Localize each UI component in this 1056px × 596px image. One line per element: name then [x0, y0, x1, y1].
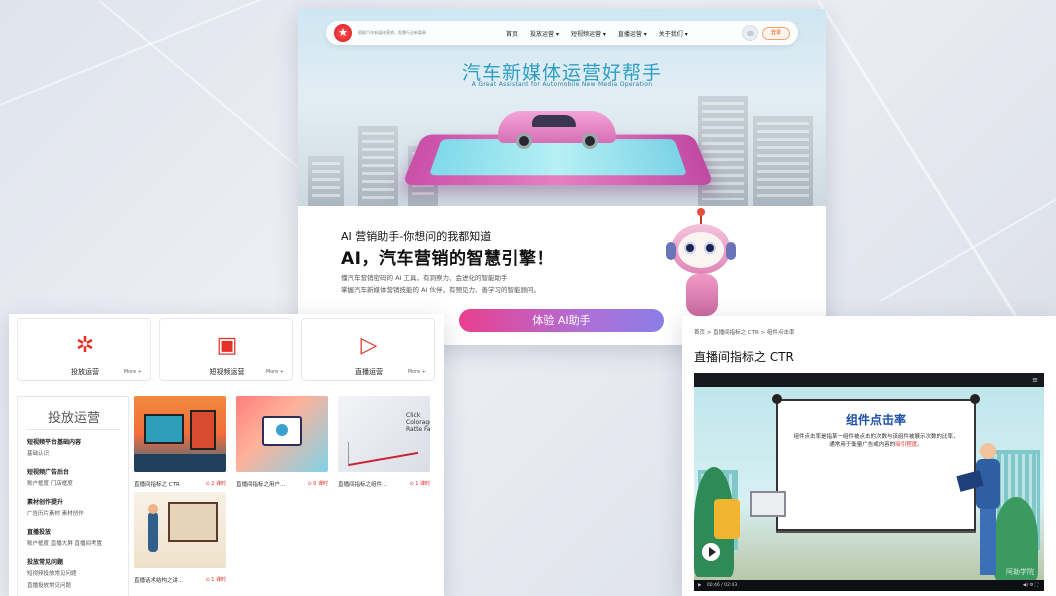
category-card-live[interactable]: ▷ 直播运营 More + [301, 318, 435, 381]
avatar[interactable] [742, 25, 758, 41]
login-button[interactable]: 登录 [762, 27, 790, 40]
network-icon: ✲ [72, 333, 98, 359]
ai-heading: AI 营销助手-你想问的我都知道 [341, 228, 491, 244]
ai-description: 懂汽车营销密码的 AI 工具，有洞察力、会进化的智能助手 [341, 272, 508, 282]
background-streak [817, 0, 1042, 358]
sidebar-item[interactable]: 基础认识 [27, 449, 49, 457]
play-small-icon[interactable]: ▶ [698, 583, 701, 588]
video-player[interactable]: ≡ 组件点击率 组件点击率是指某一组件被点击的次数与该组件被展示次数的比率，通常… [694, 373, 1044, 591]
sidebar-item[interactable]: 账户框度 直播大屏 直播间考置 [27, 539, 102, 547]
login-label: 登录 [771, 30, 781, 36]
course-list-screenshot: ✲ 投放运营 More + ▣ 短视频运营 More + ▷ 直播运营 More… [9, 314, 444, 596]
nav-short-video[interactable]: 短视频运营 ▾ [571, 29, 606, 38]
video-controls[interactable]: ▶ 00:46 / 02:43 ◀) ⚙ ⛶ [694, 580, 1044, 591]
course-title: 直播间指标之组件... [338, 480, 387, 488]
brand-logo-icon[interactable]: ★ [334, 24, 352, 42]
brand-slogan: 赋能汽车新媒体营销，智慧行业新篇章 [358, 30, 448, 36]
tv-icon: ▷ [356, 333, 382, 359]
lesson-count: ⊙ 0 课时 [307, 480, 328, 487]
ai-description: 掌握汽车新媒体营销技能的 AI 伙伴，有预见力、善学习的智能顾问。 [341, 284, 540, 294]
course-title: 直播间指标之 CTR [134, 480, 180, 488]
course-thumbnail[interactable] [236, 396, 328, 472]
play-button[interactable] [702, 543, 720, 561]
category-card-ad-ops[interactable]: ✲ 投放运营 More + [17, 318, 151, 381]
chair-illustration [714, 499, 740, 539]
video-frame: 组件点击率 组件点击率是指某一组件被点击的次数与该组件被展示次数的比率，通常用于… [694, 387, 1044, 580]
video-lesson-screenshot: 首页 > 直播间指标之 CTR > 组件点击率 直播间指标之 CTR ≡ 组件点… [682, 316, 1056, 596]
board-title: 组件点击率 [778, 411, 974, 428]
course-thumbnail[interactable] [134, 396, 226, 472]
course-card[interactable]: ClickColorageRatte Fa 直播间指标之组件... ⊙ 1 课时 [338, 396, 430, 472]
try-ai-assistant-button[interactable]: 体验 AI助手 [459, 309, 664, 332]
course-thumbnail[interactable]: ClickColorageRatte Fa [338, 396, 430, 472]
course-card[interactable]: 直播话术结构之讲... ⊙ 1 课时 [134, 492, 226, 568]
board-text-body: 组件点击率是指某一组件被点击的次数与该组件被展示次数的比率，通常用于衡量广告或内… [793, 434, 958, 448]
page-title: 直播间指标之 CTR [694, 348, 794, 365]
breadcrumb[interactable]: 首页 > 直播间指标之 CTR > 组件点击率 [694, 328, 794, 336]
sidebar-section-title[interactable]: 直播投放 [27, 527, 51, 536]
sidebar-item[interactable]: 短视频投放常见问题 [27, 569, 77, 577]
presenter-illustration [972, 443, 1002, 579]
more-link[interactable]: More + [408, 369, 426, 375]
category-card-short-video[interactable]: ▣ 短视频运营 More + [159, 318, 293, 381]
course-card[interactable]: 直播间指标之用户... ⊙ 0 课时 [236, 396, 328, 472]
hero-subtitle: A Great Assistant for Automobile New Med… [298, 81, 826, 88]
laptop-illustration [750, 491, 786, 517]
course-title: 直播话术结构之讲... [134, 576, 183, 584]
course-title: 直播间指标之用户... [236, 480, 285, 488]
lesson-count: ⊙ 1 课时 [409, 480, 430, 487]
hero-banner: ★ 赋能汽车新媒体营销，智慧行业新篇章 首页 投放运营 ▾ 短视频运营 ▾ 直播… [298, 9, 826, 206]
top-nav-bar: ★ 赋能汽车新媒体营销，智慧行业新篇章 首页 投放运营 ▾ 短视频运营 ▾ 直播… [326, 21, 798, 45]
nav-home[interactable]: 首页 [506, 29, 518, 38]
board-text-highlight: 吸引程度 [895, 442, 917, 448]
category-sidebar: 投放运营 短视频平台基础内容 基础认识 短视频广告后台 账户框度 门店框度 素材… [17, 396, 129, 596]
homepage-screenshot: ★ 赋能汽车新媒体营销，智慧行业新篇章 首页 投放运营 ▾ 短视频运营 ▾ 直播… [298, 9, 826, 345]
ai-tagline: AI，汽车营销的智慧引擎！ [341, 244, 554, 269]
sidebar-item[interactable]: 广告历片素材 素材创作 [27, 509, 84, 517]
more-link[interactable]: More + [124, 369, 142, 375]
whiteboard: 组件点击率 组件点击率是指某一组件被点击的次数与该组件被展示次数的比率，通常用于… [776, 399, 976, 531]
lesson-count: ⊙ 1 课时 [205, 576, 226, 583]
volume-settings-fullscreen-icons[interactable]: ◀) ⚙ ⛶ [1023, 580, 1038, 591]
robot-mascot-icon [664, 212, 739, 322]
board-text-end: 。 [917, 442, 923, 448]
video-clip-icon: ▣ [214, 333, 240, 359]
sidebar-section-title[interactable]: 素材创作提升 [27, 497, 63, 506]
lesson-count: ⊙ 2 课时 [205, 480, 226, 487]
course-thumbnail[interactable] [134, 492, 226, 568]
sidebar-item[interactable]: 账户框度 门店框度 [27, 479, 73, 487]
sidebar-section-title[interactable]: 短视频平台基础内容 [27, 437, 81, 446]
more-link[interactable]: More + [266, 369, 284, 375]
expand-menu-icon[interactable]: ≡ [1032, 376, 1038, 384]
sidebar-title: 投放运营 [18, 407, 130, 426]
sidebar-section-title[interactable]: 投放常见问题 [27, 557, 63, 566]
nav-about[interactable]: 关于我们 ▾ [659, 29, 688, 38]
board-text: 组件点击率是指某一组件被点击的次数与该组件被展示次数的比率，通常用于衡量广告或内… [792, 433, 960, 449]
nav-ad-ops[interactable]: 投放运营 ▾ [530, 29, 559, 38]
video-time: 00:46 / 02:43 [707, 583, 737, 588]
sidebar-item[interactable]: 直播投放常见问题 [27, 581, 71, 589]
car-illustration [498, 111, 616, 143]
nav-live[interactable]: 直播运营 ▾ [618, 29, 647, 38]
course-card[interactable]: 直播间指标之 CTR ⊙ 2 课时 [134, 396, 226, 472]
sidebar-section-title[interactable]: 短视频广告后台 [27, 467, 69, 476]
watermark: 阿勒学院 [1006, 567, 1034, 577]
